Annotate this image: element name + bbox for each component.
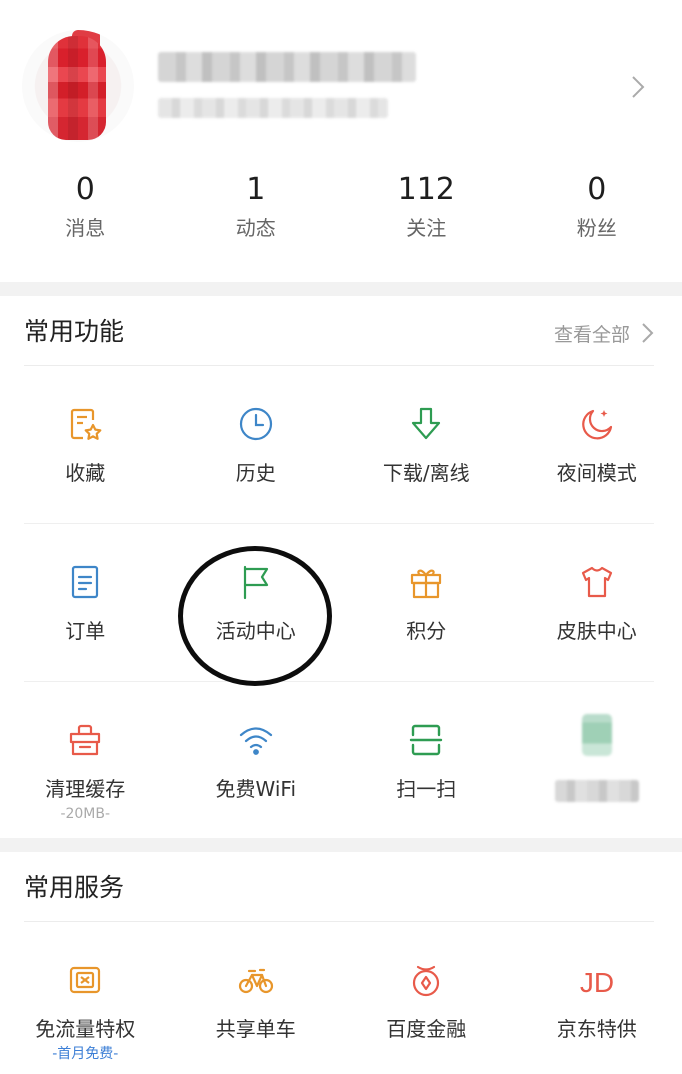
redacted-label [554, 780, 639, 802]
order-icon [67, 564, 103, 600]
common-services-section: 常用服务 免流量特权 -首月免费- 共享单车 百度金融 JD 京东特供 [0, 852, 682, 1074]
annotation-circle [178, 546, 332, 686]
view-all-label: 查看全部 [553, 323, 630, 346]
favorites-icon [67, 406, 103, 442]
jd-special-label: 京东特供 [556, 1017, 637, 1041]
jd-icon: JD [579, 962, 615, 998]
free-wifi-item[interactable]: 免费WiFi [171, 682, 342, 840]
stat-label: 粉丝 [576, 216, 617, 240]
history-item[interactable]: 历史 [171, 366, 342, 524]
orders-label: 订单 [65, 619, 106, 643]
stat-value: 1 [246, 172, 266, 207]
basket-icon [67, 722, 103, 758]
favorites-item[interactable]: 收藏 [0, 366, 171, 524]
points-item[interactable]: 积分 [341, 524, 512, 682]
function-row: 订单 活动中心 积分 皮肤中心 [0, 524, 682, 682]
stat-posts[interactable]: 1 动态 [171, 168, 342, 242]
stat-value: 0 [587, 172, 607, 207]
stat-label: 动态 [235, 216, 276, 240]
chevron-right-icon[interactable] [628, 74, 648, 100]
scan-item[interactable]: 扫一扫 [341, 682, 512, 840]
phone-icon [581, 714, 612, 756]
stat-value: 112 [397, 172, 455, 207]
user-subtitle-redacted [158, 98, 388, 118]
moon-icon [579, 406, 615, 442]
profile-header[interactable]: 0 消息 1 动态 112 关注 0 粉丝 [0, 0, 682, 282]
function-row: 收藏 历史 下载/离线 夜间模式 [0, 366, 682, 524]
stat-label: 关注 [406, 216, 447, 240]
sim-card-icon [67, 962, 103, 998]
avatar-image [48, 36, 106, 140]
section-header: 常用功能 查看全部 [24, 296, 654, 366]
stat-value: 0 [75, 172, 95, 207]
section-title: 常用功能 [24, 317, 125, 346]
section-header: 常用服务 [24, 852, 654, 922]
service-row: 免流量特权 -首月免费- 共享单车 百度金融 JD 京东特供 [0, 922, 682, 1074]
history-label: 历史 [235, 461, 276, 485]
skin-center-item[interactable]: 皮肤中心 [512, 524, 682, 682]
view-all-link[interactable]: 查看全部 [554, 318, 654, 348]
free-data-label: 免流量特权 [35, 1017, 136, 1041]
finance-icon [408, 962, 444, 998]
clear-cache-label: 清理缓存 [45, 777, 126, 801]
common-functions-section: 常用功能 查看全部 收藏 历史 下载/离线 夜间模式 订单 活动中心 积分 皮肤… [0, 296, 682, 838]
section-divider [0, 282, 682, 296]
bike-share-label: 共享单车 [215, 1017, 296, 1041]
jd-special-item[interactable]: JD 京东特供 [512, 922, 682, 1074]
stat-followers[interactable]: 0 粉丝 [512, 168, 682, 242]
points-label: 积分 [406, 619, 447, 643]
bike-share-item[interactable]: 共享单车 [171, 922, 342, 1074]
redacted-item[interactable] [512, 682, 682, 840]
chevron-right-icon [642, 323, 654, 343]
function-row: 清理缓存 -20MB- 免费WiFi 扫一扫 [0, 682, 682, 840]
download-label: 下载/离线 [382, 461, 470, 485]
clock-icon [238, 406, 274, 442]
download-item[interactable]: 下载/离线 [341, 366, 512, 524]
wifi-icon [238, 722, 274, 758]
skin-center-label: 皮肤中心 [556, 619, 637, 643]
scan-label: 扫一扫 [396, 777, 457, 801]
stats-bar: 0 消息 1 动态 112 关注 0 粉丝 [0, 168, 682, 242]
clear-cache-item[interactable]: 清理缓存 -20MB- [0, 682, 171, 840]
section-divider [0, 838, 682, 852]
scan-icon [408, 722, 444, 758]
orders-item[interactable]: 订单 [0, 524, 171, 682]
download-icon [408, 406, 444, 442]
avatar[interactable] [22, 30, 134, 142]
tshirt-icon [579, 564, 615, 600]
username-redacted [158, 52, 416, 82]
gift-icon [408, 564, 444, 600]
bicycle-icon [238, 962, 274, 998]
stat-label: 消息 [65, 216, 106, 240]
night-mode-label: 夜间模式 [556, 461, 637, 485]
favorites-label: 收藏 [65, 461, 106, 485]
free-data-promo: -首月免费- [52, 1046, 119, 1062]
night-mode-item[interactable]: 夜间模式 [512, 366, 682, 524]
baidu-finance-label: 百度金融 [386, 1017, 467, 1041]
svg-text:JD: JD [580, 967, 614, 998]
section-title: 常用服务 [24, 873, 125, 902]
free-data-item[interactable]: 免流量特权 -首月免费- [0, 922, 171, 1074]
baidu-finance-item[interactable]: 百度金融 [341, 922, 512, 1074]
stat-following[interactable]: 112 关注 [341, 168, 512, 242]
free-wifi-label: 免费WiFi [215, 777, 297, 801]
cache-size: -20MB- [60, 806, 111, 822]
stat-messages[interactable]: 0 消息 [0, 168, 171, 242]
